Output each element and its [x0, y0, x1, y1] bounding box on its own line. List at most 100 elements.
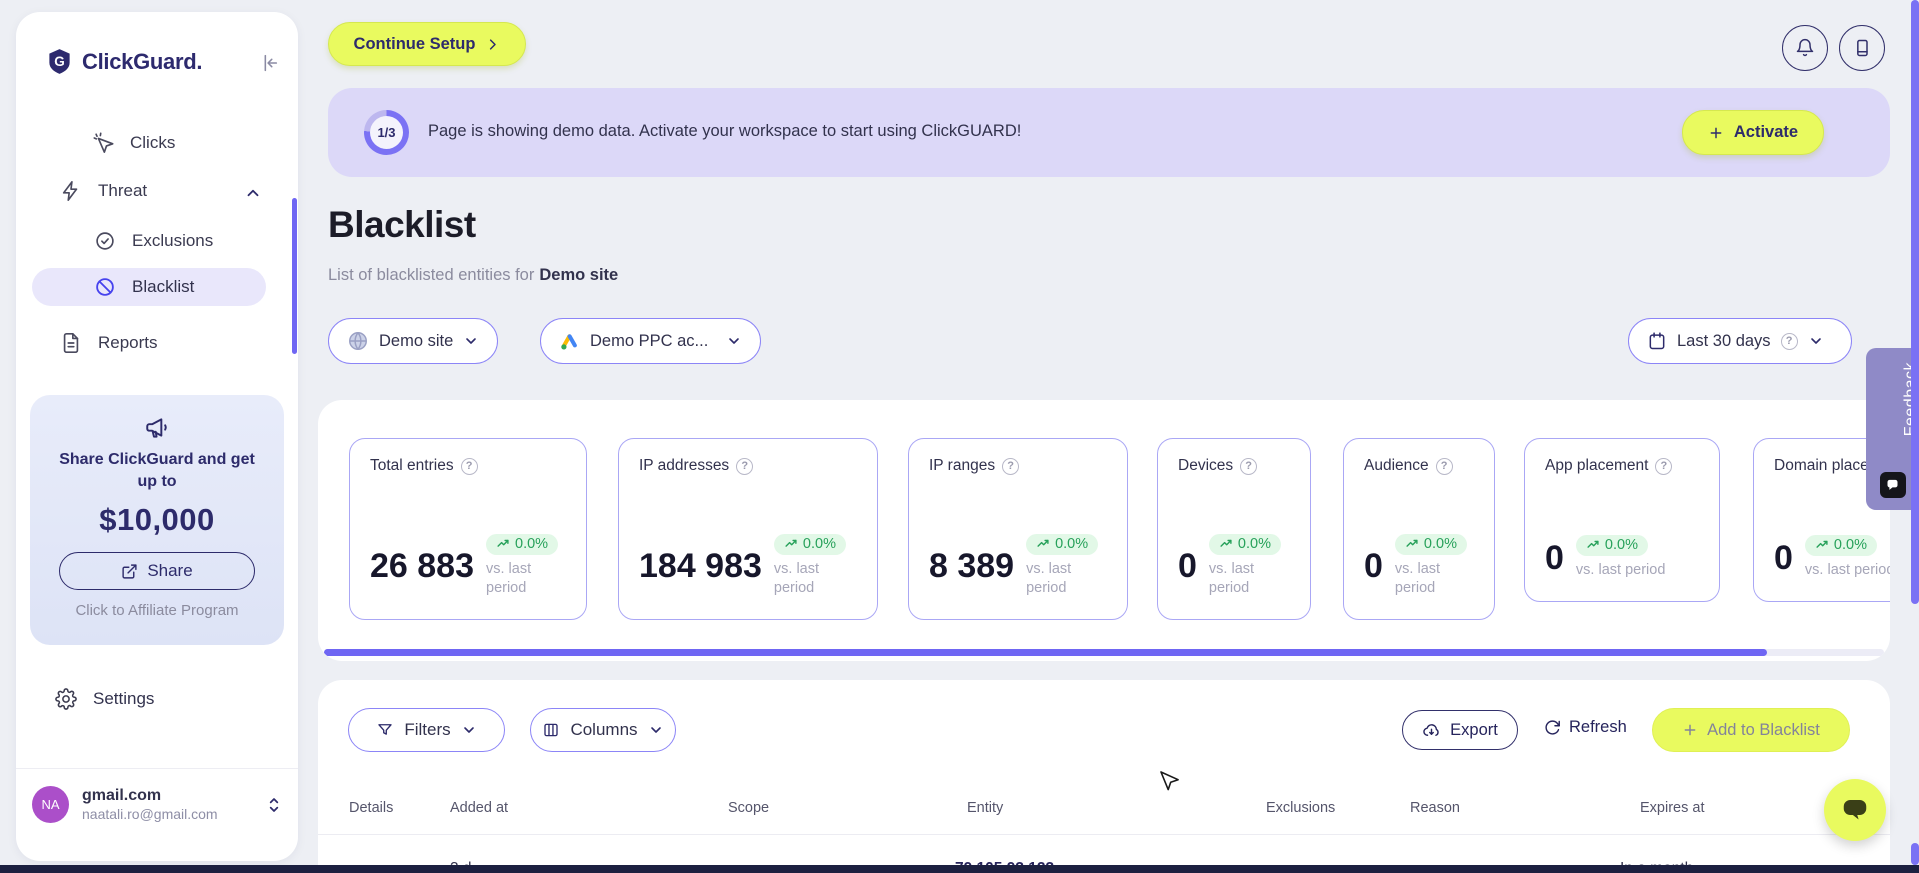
chevron-up-icon[interactable]	[244, 184, 262, 202]
page-title: Blacklist	[328, 204, 476, 245]
site-selector-value: Demo site	[379, 331, 454, 350]
chevron-down-icon	[1808, 333, 1824, 349]
help-icon[interactable]: ?	[1240, 457, 1258, 475]
bottom-window-edge	[0, 865, 1919, 873]
ppc-account-selector[interactable]: Demo PPC ac...	[540, 318, 762, 364]
column-header-expires-at[interactable]: Expires at	[1640, 800, 1704, 816]
sidebar-collapse-icon[interactable]	[258, 52, 280, 74]
stat-value: 0	[1364, 546, 1383, 585]
demo-data-banner: 1/3 Page is showing demo data. Activate …	[328, 88, 1890, 177]
export-button[interactable]: Export	[1402, 710, 1518, 750]
stat-label: IP addresses	[639, 457, 730, 474]
page-subtitle: List of blacklisted entities for Demo sit…	[328, 266, 618, 285]
help-icon[interactable]: ?	[460, 457, 478, 475]
help-icon[interactable]: ?	[1655, 457, 1673, 475]
stat-card-total-entries: Total entries? 26 883 0.0% vs. last peri…	[349, 438, 587, 620]
stats-scrollbar-thumb[interactable]	[324, 649, 1767, 656]
trend-up-icon	[1406, 539, 1418, 547]
sidebar-item-reports[interactable]: Reports	[60, 332, 158, 354]
brand-name: ClickGuard.	[82, 48, 203, 74]
sidebar-scrollbar[interactable]	[292, 198, 297, 354]
banner-message: Page is showing demo data. Activate your…	[428, 122, 1022, 140]
chevron-down-icon	[461, 722, 477, 738]
stat-label: Audience	[1364, 457, 1429, 474]
plus-icon	[1682, 722, 1698, 738]
stat-value: 184 983	[639, 546, 762, 585]
date-range-selector[interactable]: Last 30 days ?	[1628, 318, 1852, 364]
book-icon	[1852, 38, 1872, 58]
share-button[interactable]: Share	[59, 552, 255, 591]
columns-button[interactable]: Columns	[530, 708, 676, 752]
funnel-icon	[376, 721, 394, 739]
continue-setup-button[interactable]: Continue Setup	[328, 22, 526, 66]
notifications-button[interactable]	[1782, 25, 1828, 71]
help-icon[interactable]: ?	[736, 457, 754, 475]
account-name: gmail.com	[82, 787, 162, 804]
globe-icon	[347, 330, 369, 352]
help-icon[interactable]: ?	[1435, 457, 1453, 475]
divider	[16, 768, 298, 769]
divider	[318, 834, 1890, 835]
export-label: Export	[1450, 720, 1498, 739]
help-icon[interactable]: ?	[1780, 332, 1798, 350]
no-entry-icon	[94, 276, 116, 298]
add-to-blacklist-label: Add to Blacklist	[1707, 720, 1820, 739]
gear-icon	[55, 688, 77, 710]
sidebar: G ClickGuard. Clicks Threat Exclusions B…	[16, 12, 298, 861]
trend-up-icon	[1816, 541, 1828, 549]
stat-delta: 0.0%	[1423, 535, 1457, 552]
feedback-chat-icon	[1879, 472, 1906, 498]
help-icon[interactable]: ?	[1002, 457, 1020, 475]
chevron-right-icon	[485, 37, 500, 52]
badge-check-icon	[94, 230, 116, 252]
column-header-reason[interactable]: Reason	[1410, 800, 1460, 816]
stat-delta: 0.0%	[802, 535, 836, 552]
megaphone-icon	[144, 415, 170, 441]
subtitle-text: List of blacklisted entities for	[328, 266, 535, 284]
sidebar-item-exclusions[interactable]: Exclusions	[94, 230, 213, 252]
column-header-exclusions[interactable]: Exclusions	[1266, 800, 1335, 816]
activate-button[interactable]: Activate	[1682, 110, 1824, 155]
stat-vs-label: vs. last period	[486, 560, 532, 597]
refresh-button[interactable]: Refresh	[1544, 718, 1627, 737]
filters-button[interactable]: Filters	[348, 708, 505, 752]
column-header-entity[interactable]: Entity	[967, 800, 1003, 816]
stat-card-app-placement: App placement? 0 0.0% vs. last period	[1524, 438, 1720, 602]
plus-icon	[1708, 125, 1724, 141]
stat-card-ip-addresses: IP addresses? 184 983 0.0% vs. last peri…	[618, 438, 878, 620]
brand-logo: G ClickGuard.	[46, 48, 202, 75]
account-switcher[interactable]: NA gmail.com naatali.ro@gmail.com	[32, 786, 282, 823]
sidebar-item-blacklist[interactable]: Blacklist	[32, 268, 266, 306]
column-header-details[interactable]: Details	[349, 800, 393, 816]
column-header-scope[interactable]: Scope	[728, 800, 769, 816]
blacklist-table-panel: Filters Columns Export Refresh Add to Bl…	[318, 680, 1890, 873]
docs-button[interactable]	[1839, 25, 1885, 71]
stat-delta: 0.0%	[1055, 535, 1089, 552]
chevron-down-icon	[463, 333, 479, 349]
column-header-added-at[interactable]: Added at	[450, 800, 508, 816]
avatar: NA	[32, 786, 69, 823]
page-scrollbar-thumb[interactable]	[1911, 0, 1919, 604]
sidebar-item-clicks[interactable]: Clicks	[92, 132, 175, 154]
trend-up-icon	[1220, 539, 1232, 547]
add-to-blacklist-button[interactable]: Add to Blacklist	[1652, 708, 1850, 752]
shield-logo-icon: G	[46, 48, 73, 75]
stat-label: Total entries	[370, 457, 454, 474]
subtitle-site-name: Demo site	[539, 266, 619, 284]
stat-vs-label: vs. last period	[1026, 560, 1072, 597]
sidebar-item-label: Exclusions	[132, 231, 214, 250]
stat-vs-label: vs. last period	[1804, 562, 1890, 579]
affiliate-promo-card[interactable]: Share ClickGuard and get up to $10,000 S…	[30, 395, 284, 645]
page-scrollbar-segment[interactable]	[1911, 843, 1919, 865]
site-selector[interactable]: Demo site	[328, 318, 499, 364]
document-icon	[60, 332, 82, 354]
sidebar-item-threat[interactable]: Threat	[60, 180, 147, 202]
refresh-icon	[1544, 719, 1561, 736]
stat-value: 0	[1178, 546, 1197, 585]
chevron-down-icon	[726, 333, 742, 349]
stat-card-devices: Devices? 0 0.0% vs. last period	[1157, 438, 1311, 620]
stat-label: Devices	[1178, 457, 1234, 474]
chat-widget-button[interactable]	[1824, 779, 1886, 841]
google-ads-icon	[559, 331, 580, 352]
sidebar-item-settings[interactable]: Settings	[55, 688, 154, 710]
